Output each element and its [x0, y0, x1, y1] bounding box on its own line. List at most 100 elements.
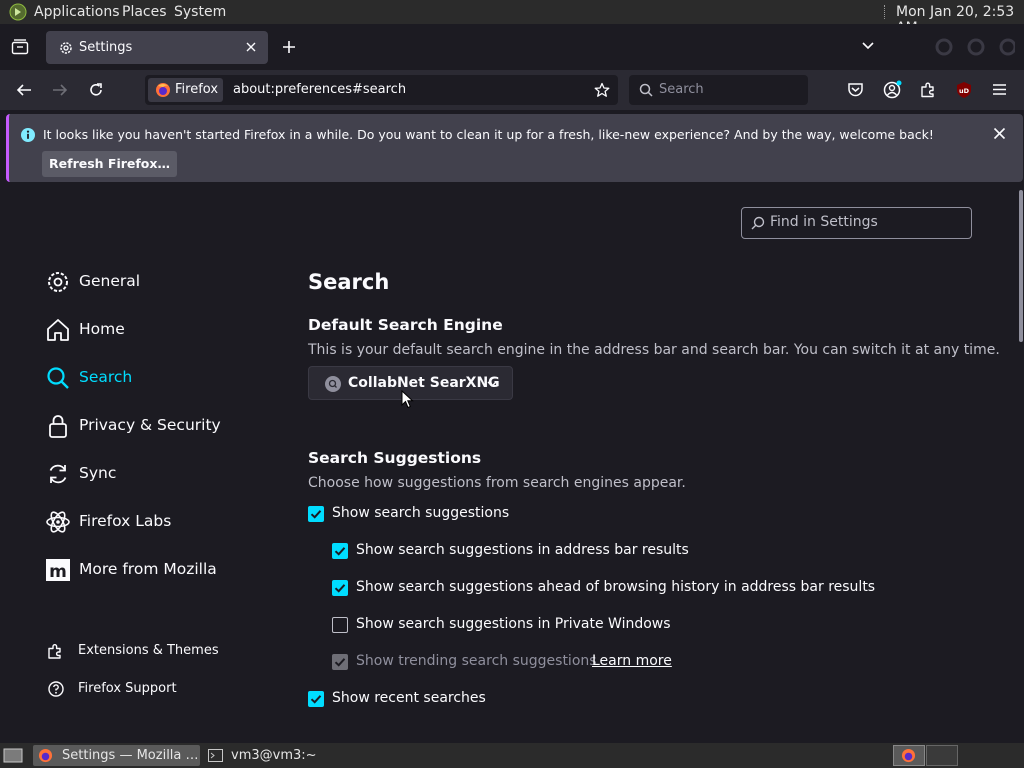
default-search-engine-heading: Default Search Engine [308, 316, 503, 334]
category-privacy-security[interactable]: Privacy & Security [45, 411, 275, 441]
workspace-switcher[interactable] [893, 745, 925, 766]
checkbox-box[interactable] [332, 617, 348, 633]
search-icon [751, 216, 765, 230]
new-tab-icon[interactable] [282, 40, 296, 54]
footer-link-label: Extensions & Themes [78, 643, 219, 658]
tab-settings[interactable]: Settings [46, 31, 268, 64]
gear-icon [48, 272, 68, 292]
checkbox-label: Show search suggestions ahead of browsin… [356, 579, 876, 595]
forward-arrow-icon[interactable] [52, 83, 68, 97]
category-more-from-mozilla[interactable]: m More from Mozilla [45, 555, 275, 585]
checkbox-box [332, 654, 348, 670]
workspace-2[interactable] [926, 745, 958, 766]
terminal-icon [208, 749, 223, 762]
checkbox-box[interactable] [332, 543, 348, 559]
show-desktop-icon[interactable] [3, 747, 23, 764]
search-bar[interactable]: Search [629, 75, 808, 105]
extensions-themes-link[interactable]: Extensions & Themes [47, 640, 227, 662]
searxng-engine-icon [325, 376, 341, 392]
identity-box[interactable]: Firefox [148, 78, 223, 102]
category-label: Search [79, 368, 133, 386]
notification-message: It looks like you haven't started Firefo… [43, 127, 934, 142]
checkbox-label: Show trending search suggestions [356, 653, 597, 669]
menu-applications[interactable]: Applications [34, 4, 120, 20]
help-icon [48, 681, 64, 697]
checkbox-box[interactable] [332, 580, 348, 596]
default-engine-value: CollabNet SearXNG [348, 375, 500, 391]
firefox-view-icon[interactable] [11, 39, 29, 55]
pocket-icon[interactable] [847, 82, 864, 98]
gear-icon [60, 42, 72, 54]
mouse-pointer-icon [401, 390, 414, 409]
checkbox-label: Show search suggestions in address bar r… [356, 542, 689, 558]
firefox-logo-icon [901, 748, 916, 763]
category-label: Privacy & Security [79, 416, 221, 434]
category-label: More from Mozilla [79, 560, 217, 578]
address-bar[interactable]: Firefox about:preferences#search [145, 75, 618, 105]
firefox-logo-icon [156, 83, 170, 97]
lock-icon [49, 415, 67, 438]
default-search-engine-description: This is your default search engine in th… [308, 342, 1000, 358]
search-icon [639, 83, 653, 97]
category-sync[interactable]: Sync [45, 459, 275, 489]
page-title: Search [308, 270, 390, 294]
info-icon [21, 128, 35, 142]
category-search[interactable]: Search [45, 363, 275, 393]
checkbox-label: Show search suggestions [332, 505, 510, 521]
learn-more-link[interactable]: Learn more [592, 653, 672, 669]
taskbar-item-terminal[interactable]: vm3@vm3:~ [204, 745, 354, 766]
scrollbar-thumb[interactable] [1019, 190, 1023, 342]
account-icon[interactable] [883, 80, 903, 99]
bookmark-star-icon[interactable] [594, 82, 610, 98]
taskbar-item-label: vm3@vm3:~ [231, 748, 317, 763]
url-text[interactable]: about:preferences#search [233, 82, 406, 97]
find-in-settings-input[interactable]: Find in Settings [741, 207, 972, 239]
system-top-panel: Applications Places System Mon Jan 20, 2… [0, 0, 1024, 36]
search-suggestions-description: Choose how suggestions from search engin… [308, 475, 686, 491]
menu-places[interactable]: Places [122, 4, 167, 20]
identity-label: Firefox [175, 82, 219, 97]
distro-logo-icon[interactable] [9, 3, 27, 21]
category-label: Sync [79, 464, 117, 482]
home-icon [47, 319, 69, 341]
extensions-puzzle-icon [48, 644, 61, 659]
refresh-firefox-button[interactable]: Refresh Firefox… [42, 151, 177, 177]
category-firefox-labs[interactable]: Firefox Labs [45, 507, 275, 537]
checkbox-box[interactable] [308, 691, 324, 707]
close-notification-icon[interactable] [993, 127, 1006, 140]
menu-system[interactable]: System [174, 4, 226, 20]
search-placeholder: Search [659, 82, 704, 97]
search-suggestions-heading: Search Suggestions [308, 449, 482, 467]
hamburger-menu-icon[interactable] [992, 83, 1007, 96]
extensions-puzzle-icon[interactable] [920, 81, 937, 98]
list-all-tabs-chevron-icon[interactable] [861, 41, 875, 51]
panel-separator [884, 5, 888, 19]
reload-icon[interactable] [88, 82, 104, 98]
category-general[interactable]: General [45, 267, 275, 297]
category-home[interactable]: Home [45, 315, 275, 345]
window-controls[interactable] [935, 38, 1015, 56]
footer-link-label: Firefox Support [78, 681, 177, 696]
close-tab-icon[interactable] [245, 41, 257, 53]
find-placeholder: Find in Settings [770, 214, 878, 230]
checkbox-box[interactable] [308, 506, 324, 522]
mozilla-logo-icon: m [46, 559, 70, 582]
back-arrow-icon[interactable] [16, 83, 32, 97]
ublock-origin-icon[interactable]: uD [955, 81, 973, 99]
category-label: General [79, 272, 141, 290]
tab-title: Settings [79, 40, 133, 55]
checkbox-label: Show search suggestions in Private Windo… [356, 616, 671, 632]
atom-icon [46, 511, 70, 533]
notification-bar: It looks like you haven't started Firefo… [6, 114, 1023, 182]
taskbar-item-label: Settings — Mozilla … [62, 748, 199, 763]
category-label: Firefox Labs [79, 512, 172, 530]
firefox-support-link[interactable]: Firefox Support [47, 678, 207, 700]
taskbar-item-firefox[interactable]: Settings — Mozilla … [33, 745, 200, 766]
sync-icon [49, 464, 67, 484]
chevron-down-icon [487, 381, 497, 387]
svg-text:m: m [49, 562, 67, 582]
svg-text:uD: uD [959, 87, 970, 95]
checkbox-label: Show recent searches [332, 690, 486, 706]
firefox-logo-icon [38, 748, 53, 763]
search-icon [47, 367, 69, 389]
